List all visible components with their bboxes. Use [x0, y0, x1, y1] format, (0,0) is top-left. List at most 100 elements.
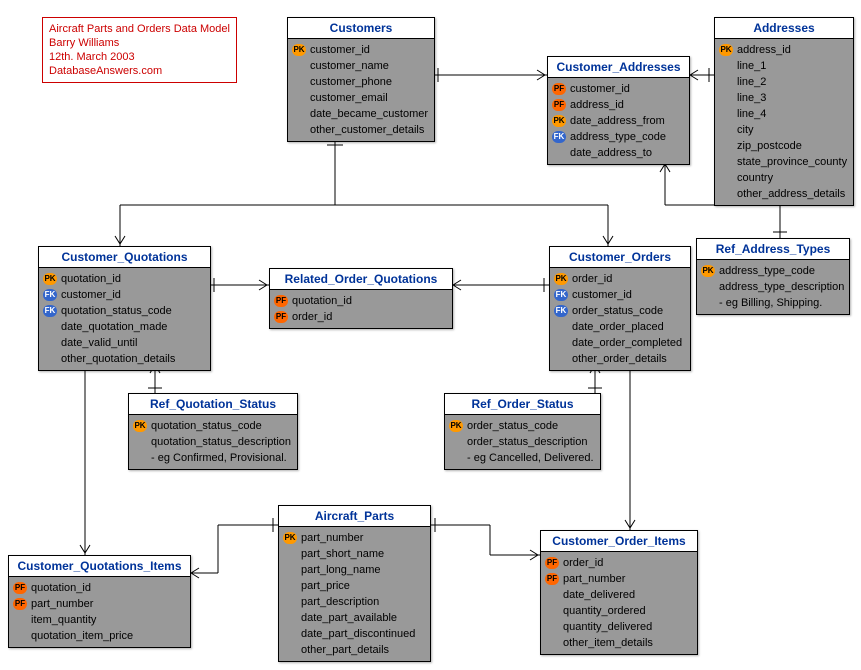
attribute-name: customer_phone — [310, 75, 392, 89]
attribute-name: quotation_item_price — [31, 629, 133, 643]
attribute-name: customer_id — [310, 43, 370, 57]
attribute-row: quantity_ordered — [545, 603, 693, 619]
attribute-row: PK address_type_code — [701, 263, 845, 279]
attribute-row: other_address_details — [719, 186, 849, 202]
attribute-row: part_price — [283, 578, 426, 594]
attribute-row: part_long_name — [283, 562, 426, 578]
attribute-row: PKorder_status_code — [449, 418, 596, 434]
attribute-row: date_part_discontinued — [283, 626, 426, 642]
diagram-date: 12th. March 2003 — [49, 50, 230, 64]
attribute-name: part_long_name — [301, 563, 381, 577]
attribute-row: PFpart_number — [13, 596, 186, 612]
entity-title: Customer_Quotations_Items — [9, 556, 190, 577]
entity-title: Ref_Order_Status — [445, 394, 600, 415]
attribute-name: part_price — [301, 579, 350, 593]
pf-key-icon: PF — [13, 598, 27, 610]
entity-title: Customer_Orders — [550, 247, 690, 268]
attribute-row: line_1 — [719, 58, 849, 74]
attribute-name: city — [737, 123, 754, 137]
attribute-row: FKaddress_type_code — [552, 129, 685, 145]
attribute-row: PF customer_id — [552, 81, 685, 97]
attribute-row: date_quotation_made — [43, 319, 206, 335]
attribute-row: quotation_item_price — [13, 628, 186, 644]
attribute-name: other_customer_details — [310, 123, 424, 137]
attribute-name: date_address_to — [570, 146, 652, 160]
attribute-row: PFaddress_id — [552, 97, 685, 113]
attribute-row: part_short_name — [283, 546, 426, 562]
attribute-name: other_order_details — [572, 352, 667, 366]
attribute-row: - eg Confirmed, Provisional. — [133, 450, 293, 466]
fk-key-icon: FK — [43, 289, 57, 301]
entity-title: Customer_Quotations — [39, 247, 210, 268]
entity-body: PFcustomer_idPFaddress_idPKdate_address_… — [548, 78, 689, 164]
entity-body: PKquotation_idFKcustomer_idFKquotation_s… — [39, 268, 210, 370]
entity-body: PKcustomer_idcustomer_name customer_phone… — [288, 39, 434, 141]
attribute-row: date_address_to — [552, 145, 685, 161]
attribute-name: address_type_code — [719, 264, 815, 278]
attribute-row: PFquotation_id — [13, 580, 186, 596]
attribute-row: part_description — [283, 594, 426, 610]
pf-key-icon: PF — [552, 83, 566, 95]
attribute-name: line_1 — [737, 59, 766, 73]
fk-key-icon: FK — [552, 131, 566, 143]
pf-key-icon: PF — [552, 99, 566, 111]
pf-key-icon: PF — [274, 295, 288, 307]
attribute-name: quotation_status_description — [151, 435, 291, 449]
pk-key-icon: PK — [701, 265, 715, 277]
attribute-name: address_id — [737, 43, 791, 57]
attribute-row: - eg Cancelled, Delivered. — [449, 450, 596, 466]
attribute-name: state_province_county — [737, 155, 847, 169]
entity-title: Customer_Order_Items — [541, 531, 697, 552]
attribute-name: country — [737, 171, 773, 185]
entity-ref-quotation-status: Ref_Quotation_Status PKquotation_status_… — [128, 393, 298, 470]
attribute-row: FKcustomer_id — [554, 287, 686, 303]
entity-body: PKpart_numberpart_short_namepart_long_na… — [279, 527, 430, 661]
attribute-name: quantity_ordered — [563, 604, 646, 618]
attribute-row: PKquotation_status_code — [133, 418, 293, 434]
attribute-name: line_3 — [737, 91, 766, 105]
attribute-name: customer_email — [310, 91, 388, 105]
attribute-name: date_order_completed — [572, 336, 682, 350]
attribute-name: customer_id — [570, 82, 630, 96]
attribute-name: other_part_details — [301, 643, 389, 657]
attribute-name: date_order_placed — [572, 320, 664, 334]
attribute-name: date_quotation_made — [61, 320, 167, 334]
entity-customers: Customers PKcustomer_idcustomer_namecust… — [287, 17, 435, 142]
attribute-row: item_quantity — [13, 612, 186, 628]
attribute-name: quotation_id — [61, 272, 121, 286]
pf-key-icon: PF — [274, 311, 288, 323]
attribute-name: other_item_details — [563, 636, 653, 650]
entity-related-order-quotations: Related_Order_Quotations PFquotation_idP… — [269, 268, 453, 329]
attribute-name: - eg Confirmed, Provisional. — [151, 451, 287, 465]
attribute-row: date_valid_until — [43, 335, 206, 351]
attribute-name: customer_name — [310, 59, 389, 73]
attribute-name: order_status_code — [467, 419, 558, 433]
attribute-row: PForder_id — [274, 309, 448, 325]
diagram-title: Aircraft Parts and Orders Data Model — [49, 22, 230, 36]
attribute-name: line_4 — [737, 107, 766, 121]
attribute-row: date_became_customer — [292, 106, 430, 122]
entity-addresses: Addresses PKaddress_idline_1line_2line_3… — [714, 17, 854, 206]
attribute-name: date_valid_until — [61, 336, 137, 350]
attribute-name: order_status_description — [467, 435, 587, 449]
attribute-name: order_status_code — [572, 304, 663, 318]
fk-key-icon: FK — [554, 305, 568, 317]
attribute-row: order_status_description — [449, 434, 596, 450]
attribute-row: other_quotation_details — [43, 351, 206, 367]
attribute-name: quotation_id — [31, 581, 91, 595]
attribute-row: country — [719, 170, 849, 186]
attribute-name: item_quantity — [31, 613, 96, 627]
attribute-row: other_customer_details — [292, 122, 430, 138]
entity-title: Aircraft_Parts — [279, 506, 430, 527]
attribute-row: PKaddress_id — [719, 42, 849, 58]
attribute-name: date_became_customer — [310, 107, 428, 121]
entity-ref-address-types: Ref_Address_Types PKaddress_type_codeadd… — [696, 238, 850, 315]
attribute-row: PKcustomer_id — [292, 42, 430, 58]
entity-body: PKquotation_status_codequotation_status_… — [129, 415, 297, 469]
fk-key-icon: FK — [43, 305, 57, 317]
attribute-name: date_address_from — [570, 114, 665, 128]
attribute-row: customer_name — [292, 58, 430, 74]
entity-body: PFquotation_idPForder_id — [270, 290, 452, 328]
pf-key-icon: PF — [545, 573, 559, 585]
attribute-name: date_part_available — [301, 611, 397, 625]
